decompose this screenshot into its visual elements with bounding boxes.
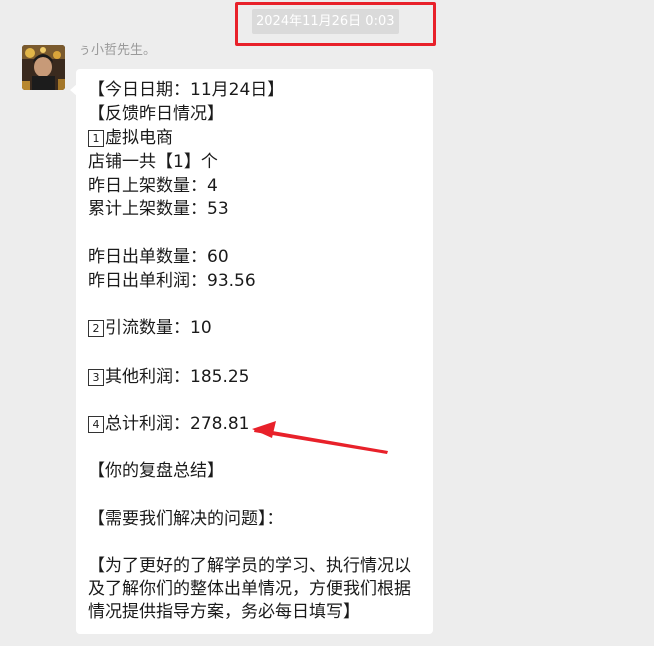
arrow-head <box>252 421 276 438</box>
red-arrow-annotation <box>252 421 388 454</box>
arrow-shaft <box>254 428 388 454</box>
